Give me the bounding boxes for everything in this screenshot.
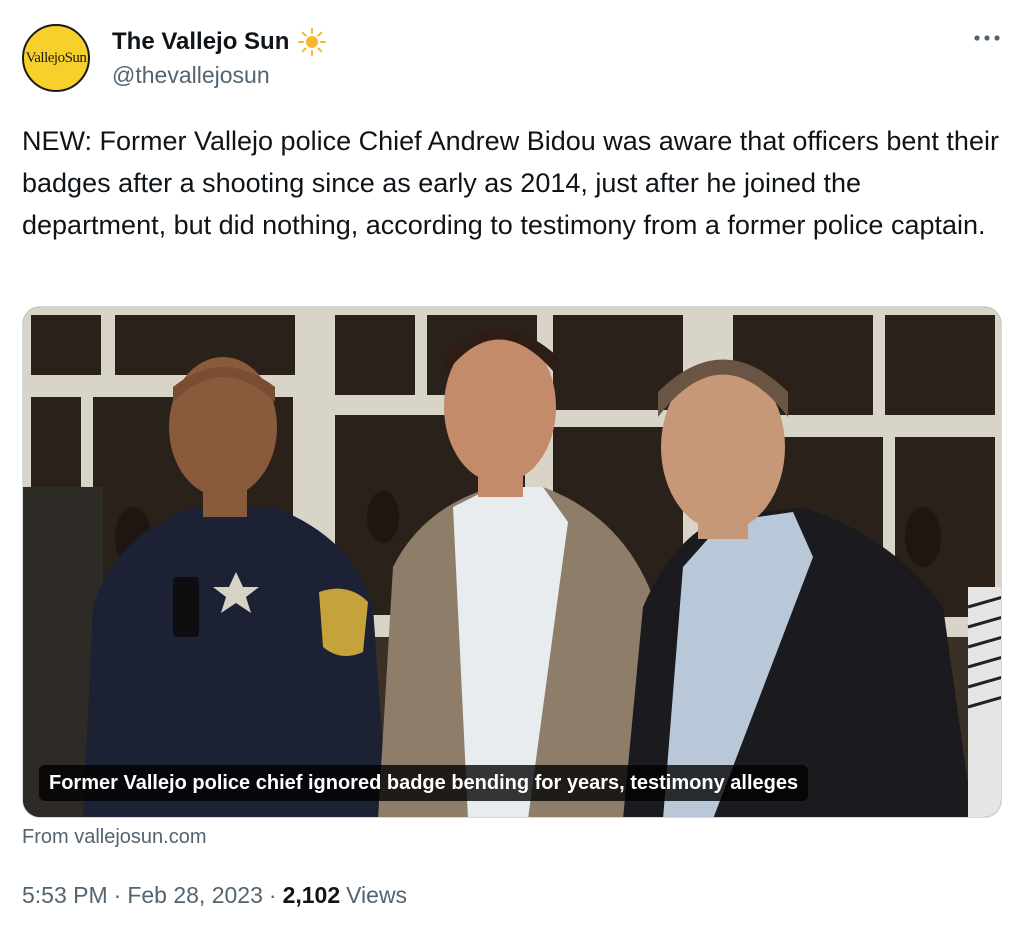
avatar[interactable]: VallejoSun xyxy=(22,24,90,92)
tweet-text: NEW: Former Vallejo police Chief Andrew … xyxy=(22,126,999,240)
more-horizontal-icon xyxy=(974,35,1000,41)
sun-icon xyxy=(297,27,327,57)
views-label: Views xyxy=(346,882,408,908)
meta-separator: · xyxy=(113,882,122,908)
tweet-date[interactable]: Feb 28, 2023 xyxy=(127,882,263,909)
meta-separator: · xyxy=(268,882,277,908)
link-card[interactable]: Former Vallejo police chief ignored badg… xyxy=(22,306,1002,818)
card-photo xyxy=(23,307,1001,817)
card-source-link[interactable]: From vallejosun.com xyxy=(22,826,207,849)
author-name[interactable]: The Vallejo Sun xyxy=(112,27,327,57)
author-handle[interactable]: @thevallejosun xyxy=(112,62,270,89)
card-title-overlay: Former Vallejo police chief ignored badg… xyxy=(39,765,809,801)
author-name-text: The Vallejo Sun xyxy=(112,28,290,55)
tweet-time[interactable]: 5:53 PM xyxy=(22,882,108,909)
views-count[interactable]: 2,102 xyxy=(283,882,341,909)
more-options-button[interactable] xyxy=(970,26,1004,50)
avatar-logo-text: VallejoSun xyxy=(25,49,87,66)
tweet-meta: 5:53 PM · Feb 28, 2023 · 2,102 Views xyxy=(22,882,407,909)
card-title: Former Vallejo police chief ignored badg… xyxy=(49,771,799,794)
